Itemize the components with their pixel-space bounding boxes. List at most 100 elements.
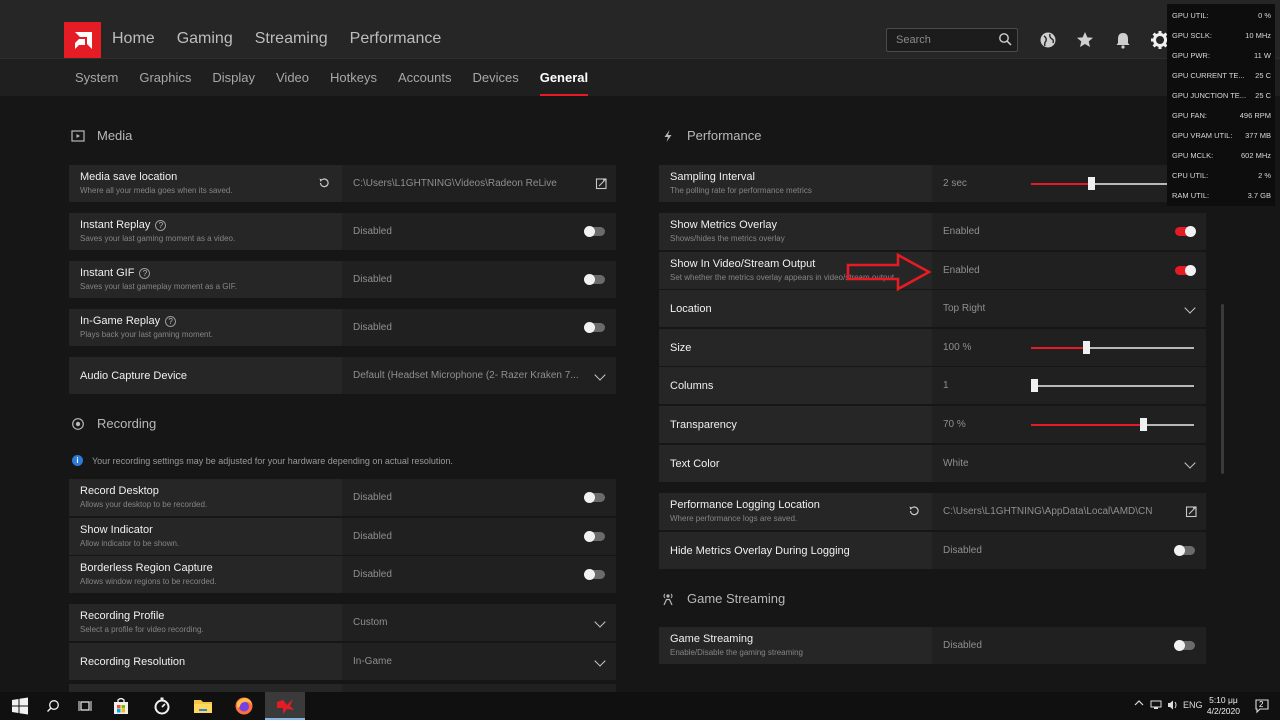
start-button[interactable]	[10, 696, 30, 716]
record-desktop-toggle[interactable]	[584, 492, 605, 503]
instant-replay-label: Instant Replay	[80, 219, 151, 231]
metric-key: RAM UTIL:	[1172, 191, 1210, 200]
borderless-capture-toggle[interactable]	[584, 569, 605, 580]
metric-value: 3.7 GB	[1247, 191, 1271, 200]
metric-row: GPU VRAM UTIL: 377 MB	[1172, 131, 1271, 149]
recording-resolution-value: In-Game	[353, 656, 392, 667]
browse-folder-icon[interactable]	[595, 177, 608, 190]
tab-general[interactable]: General	[539, 70, 589, 96]
help-icon[interactable]: ?	[139, 267, 151, 279]
transparency-slider[interactable]	[1031, 418, 1194, 431]
search-input[interactable]: Search	[886, 28, 1018, 52]
tab-system[interactable]: System	[75, 70, 118, 85]
hide-overlay-logging-label: Hide Metrics Overlay During Logging	[670, 544, 850, 557]
media-save-location-value[interactable]: C:\Users\L1GHTNING\Videos\Radeon ReLive	[353, 178, 557, 189]
radeon-icon	[277, 699, 294, 714]
reset-icon[interactable]	[318, 177, 330, 189]
star-icon[interactable]	[1075, 30, 1095, 50]
tab-hotkeys[interactable]: Hotkeys	[330, 70, 377, 85]
tab-video[interactable]: Video	[276, 70, 309, 85]
slider-thumb[interactable]	[1088, 177, 1096, 190]
columns-slider[interactable]	[1031, 379, 1194, 392]
streaming-icon	[663, 593, 673, 605]
bell-icon[interactable]	[1113, 30, 1133, 50]
network-icon[interactable]	[1150, 700, 1162, 712]
tab-accounts[interactable]: Accounts	[398, 70, 451, 85]
metric-key: GPU CURRENT TE...	[1172, 71, 1245, 80]
columns-value: 1	[943, 380, 949, 391]
game-streaming-sub: Enable/Disable the gaming streaming	[670, 648, 803, 657]
tab-graphics[interactable]: Graphics	[139, 70, 191, 85]
show-indicator-sub: Allow indicator to be shown.	[80, 539, 180, 548]
tab-devices[interactable]: Devices	[472, 70, 518, 85]
chevron-down-icon[interactable]	[1184, 457, 1196, 469]
show-indicator-row: Show Indicator Allow indicator to be sho…	[69, 518, 616, 555]
nav-gaming[interactable]: Gaming	[177, 30, 233, 48]
audio-capture-dropdown[interactable]: Default (Headset Microphone (2- Razer Kr…	[342, 357, 616, 394]
columns-row: Columns 1	[659, 367, 1206, 404]
record-desktop-label: Record Desktop	[80, 485, 159, 497]
search-icon[interactable]	[998, 32, 1012, 46]
chevron-down-icon[interactable]	[1184, 302, 1196, 314]
help-icon[interactable]: ?	[155, 219, 167, 231]
slider-fill	[1031, 183, 1092, 185]
log-location-value[interactable]: C:\Users\L1GHTNING\AppData\Local\AMD\CN	[943, 506, 1153, 517]
chevron-down-icon[interactable]	[594, 616, 606, 628]
nav-home[interactable]: Home	[112, 30, 155, 48]
notification-center-button[interactable]: 2	[1252, 696, 1272, 716]
metric-value: 377 MB	[1245, 131, 1271, 140]
instant-gif-row: Instant GIF? Saves your last gameplay mo…	[69, 261, 616, 298]
media-save-location-sub: Where all your media goes when its saved…	[80, 186, 233, 195]
show-metrics-overlay-toggle[interactable]	[1175, 226, 1196, 237]
metric-row: RAM UTIL: 3.7 GB	[1172, 191, 1271, 209]
clock-time: 5:10 μμ	[1209, 695, 1238, 705]
metric-row: GPU MCLK: 602 MHz	[1172, 151, 1271, 169]
show-in-video-toggle[interactable]	[1175, 265, 1196, 276]
metric-row: GPU UTIL: 0 %	[1172, 11, 1271, 29]
metric-value: 10 MHz	[1245, 31, 1271, 40]
browse-folder-icon[interactable]	[1185, 505, 1198, 518]
task-view-button[interactable]	[75, 696, 95, 716]
clock-app[interactable]	[152, 696, 172, 716]
system-clock[interactable]: 5:10 μμ 4/2/2020	[1207, 695, 1240, 717]
volume-icon[interactable]	[1167, 700, 1179, 712]
reset-icon[interactable]	[908, 505, 920, 517]
globe-icon[interactable]	[1038, 30, 1058, 50]
instant-replay-sub: Saves your last gaming moment as a video…	[80, 234, 236, 243]
recording-resolution-dropdown[interactable]: In-Game	[342, 643, 616, 680]
recording-profile-dropdown[interactable]: Custom	[342, 604, 616, 641]
chevron-down-icon[interactable]	[594, 369, 606, 381]
ingame-replay-toggle[interactable]	[584, 322, 605, 333]
record-desktop-sub: Allows your desktop to be recorded.	[80, 500, 208, 509]
size-slider[interactable]	[1031, 341, 1194, 354]
tray-chevron-icon[interactable]	[1134, 699, 1144, 709]
metrics-overlay: GPU UTIL: 0 % GPU SCLK: 10 MHz GPU PWR: 11 …	[1167, 4, 1275, 206]
instant-gif-toggle[interactable]	[584, 274, 605, 285]
game-streaming-toggle[interactable]	[1174, 640, 1195, 651]
hide-overlay-logging-toggle[interactable]	[1174, 545, 1195, 556]
windows-icon	[12, 697, 28, 715]
slider-thumb[interactable]	[1031, 379, 1039, 392]
amd-logo[interactable]	[64, 22, 101, 59]
text-color-dropdown[interactable]: White	[932, 445, 1206, 482]
help-icon[interactable]: ?	[165, 315, 177, 327]
file-explorer-app[interactable]	[193, 696, 213, 716]
recording-resolution-label: Recording Resolution	[80, 655, 186, 668]
show-indicator-toggle[interactable]	[584, 531, 605, 542]
nav-streaming[interactable]: Streaming	[255, 30, 328, 48]
firefox-app[interactable]	[234, 696, 254, 716]
language-indicator[interactable]: ENG	[1183, 700, 1203, 710]
nav-performance[interactable]: Performance	[350, 30, 442, 48]
slider-thumb[interactable]	[1140, 418, 1148, 431]
radeon-app[interactable]	[275, 696, 295, 716]
log-location-row: Performance Logging Location Where perfo…	[659, 493, 1206, 530]
instant-replay-toggle[interactable]	[584, 226, 605, 237]
metric-value: 11 W	[1254, 51, 1271, 60]
tab-display[interactable]: Display	[212, 70, 255, 85]
slider-thumb[interactable]	[1083, 341, 1091, 354]
search-button[interactable]	[43, 696, 63, 716]
location-dropdown[interactable]: Top Right	[932, 290, 1206, 327]
chevron-down-icon[interactable]	[594, 655, 606, 667]
store-app[interactable]	[111, 696, 131, 716]
scrollbar[interactable]	[1221, 304, 1224, 474]
